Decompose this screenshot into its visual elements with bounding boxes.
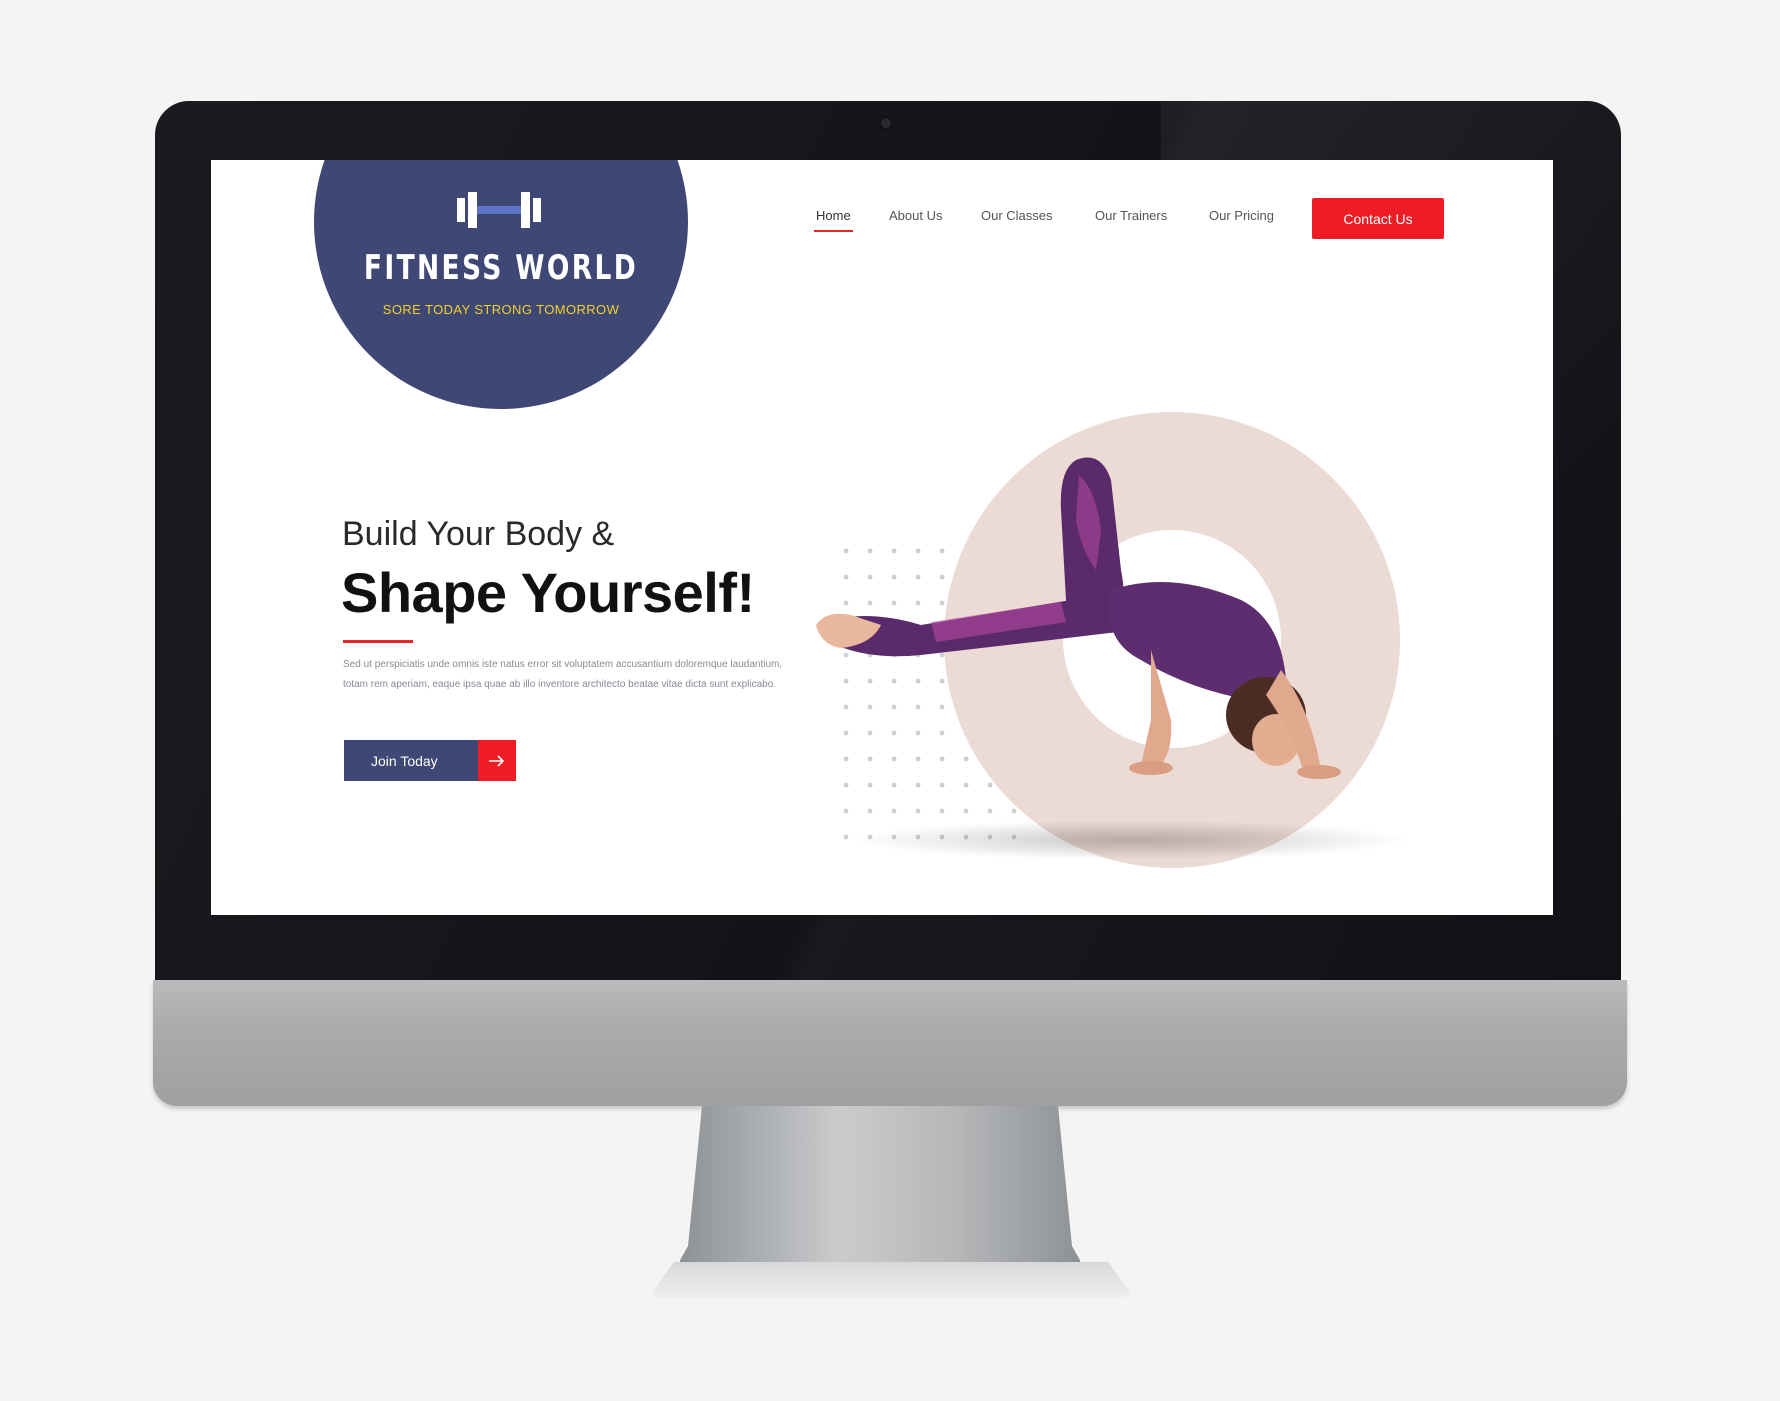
hero-divider bbox=[343, 640, 413, 643]
hero-description: Sed ut perspiciatis unde omnis iste natu… bbox=[343, 659, 783, 690]
monitor-chin bbox=[153, 980, 1627, 1106]
brand-tagline: SORE TODAY STRONG TOMORROW bbox=[382, 302, 620, 317]
nav-item-our-classes[interactable]: Our Classes bbox=[981, 208, 1053, 223]
dumbbell-icon bbox=[457, 192, 541, 228]
nav-item-about-us[interactable]: About Us bbox=[889, 208, 942, 223]
nav-item-our-pricing[interactable]: Our Pricing bbox=[1209, 208, 1274, 223]
camera-icon bbox=[881, 118, 891, 128]
monitor-stand-base bbox=[648, 1262, 1134, 1298]
monitor-stand bbox=[680, 1106, 1080, 1278]
website-screen: FITNESS WORLD SORE TODAY STRONG TOMORROW… bbox=[211, 160, 1553, 915]
join-today-label: Join Today bbox=[371, 752, 438, 769]
contact-us-button[interactable]: Contact Us bbox=[1312, 198, 1444, 239]
nav-item-our-trainers[interactable]: Our Trainers bbox=[1095, 208, 1167, 223]
join-today-button[interactable]: Join Today bbox=[344, 740, 516, 781]
brand-name: FITNESS WORLD bbox=[363, 248, 639, 288]
hero-title: Shape Yourself! bbox=[341, 561, 755, 624]
hero-subtitle: Build Your Body & bbox=[342, 515, 615, 553]
yoga-pose-image bbox=[816, 457, 1341, 779]
nav-item-home[interactable]: Home bbox=[814, 208, 853, 232]
arrow-right-icon bbox=[478, 740, 516, 781]
